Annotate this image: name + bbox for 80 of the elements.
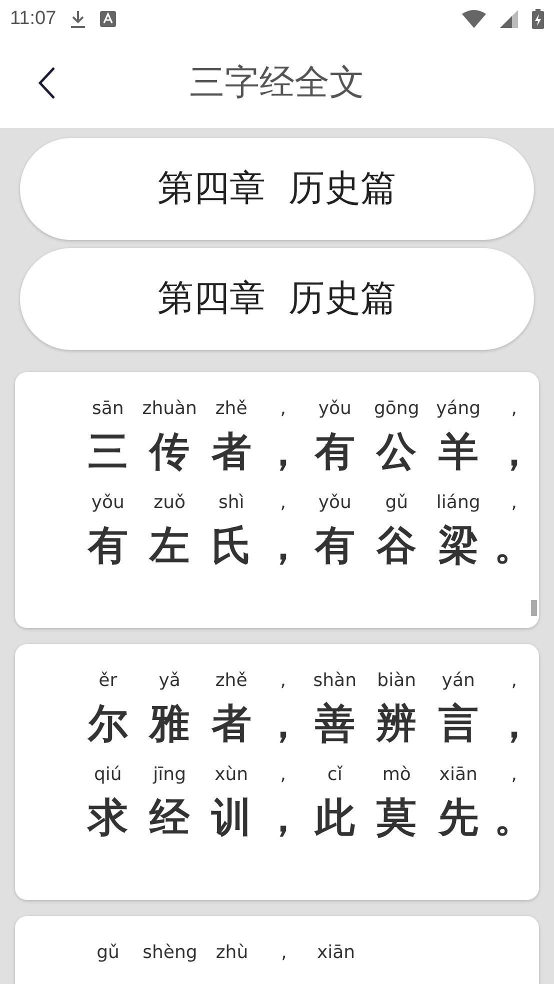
pinyin-text: ěr [98, 670, 118, 692]
hanzi-text: 有 [314, 522, 355, 570]
hanzi-text: ， [494, 428, 534, 476]
status-time: 11:07 [10, 6, 56, 31]
pinyin-text: , [511, 398, 517, 420]
hanzi-text: 善 [314, 700, 355, 748]
pinyin-text: , [511, 764, 517, 786]
hanzi-text: 经 [150, 794, 190, 842]
hanzi-text: 有 [314, 428, 355, 476]
keyboard-icon [100, 11, 116, 27]
pinyin-text: zhě [215, 398, 248, 420]
chapter-button[interactable]: 第四章 历史篇 [20, 138, 534, 240]
hanzi-text: 公 [376, 428, 417, 476]
hanzi-text: 谷 [376, 522, 417, 570]
hanzi-text: 训 [211, 794, 252, 842]
hanzi-text: ， [494, 700, 534, 748]
hanzi-text: 。 [494, 522, 534, 570]
hanzi-text: 尔 [88, 700, 128, 748]
pinyin-text: yǎ [158, 670, 180, 692]
hanzi-text: 莫 [376, 794, 417, 842]
pinyin-text: , [280, 764, 286, 786]
wifi-icon [462, 10, 486, 28]
pinyin-text: yǒu [318, 492, 352, 514]
hanzi-text: 者 [211, 428, 252, 476]
back-icon [38, 67, 56, 99]
pinyin-text: zhù [216, 942, 248, 964]
chapter-button[interactable]: 第四章 历史篇 [20, 248, 534, 350]
pinyin-text: , [511, 670, 517, 692]
pinyin-text: shèng [142, 942, 198, 964]
hanzi-text: 先 [438, 794, 478, 842]
pinyin-text: zuǒ [154, 492, 186, 514]
page-title: 三字经全文 [190, 62, 364, 105]
pinyin-text: gōng [374, 398, 420, 420]
pinyin-text: gǔ [385, 492, 408, 514]
hanzi-text: 辨 [376, 700, 417, 748]
hanzi-text: 传 [150, 428, 190, 476]
pinyin-text: cǐ [327, 764, 342, 786]
hanzi-text: ， [263, 522, 304, 570]
pinyin-text: sān [92, 398, 124, 420]
pinyin-text: , [511, 492, 517, 514]
hanzi-text: 氏 [211, 522, 252, 570]
pinyin-text: yáng [436, 398, 481, 420]
hanzi-text: 梁 [438, 522, 478, 570]
pinyin-text: mò [382, 764, 411, 786]
battery-icon [532, 9, 544, 29]
hanzi-text: 雅 [150, 700, 190, 748]
pinyin-text: biàn [377, 670, 416, 692]
pinyin-text: xiān [316, 942, 356, 964]
hanzi-text: 求 [88, 794, 128, 842]
hanzi-text: ， [263, 794, 304, 842]
hanzi-text: 者 [211, 700, 252, 748]
hanzi-text: 左 [150, 522, 190, 570]
pinyin-text: yǒu [318, 398, 352, 420]
pinyin-text: qiú [94, 764, 122, 786]
hanzi-text: 言 [438, 700, 478, 748]
signal-icon [500, 10, 518, 28]
hanzi-text: 。 [494, 794, 534, 842]
scrollbar-thumb [531, 600, 537, 616]
hanzi-text: ， [263, 700, 304, 748]
pinyin-text: , [281, 942, 287, 964]
hanzi-text: 有 [88, 522, 128, 570]
pinyin-text: liáng [436, 492, 480, 514]
pinyin-text: xùn [214, 764, 248, 786]
hanzi-text: ， [263, 428, 304, 476]
hanzi-text: 三 [88, 428, 128, 476]
pinyin-text: shàn [313, 670, 356, 692]
pinyin-text: jīng [153, 764, 186, 786]
hanzi-text: 羊 [438, 428, 478, 476]
pinyin-text: gǔ [96, 942, 120, 964]
pinyin-text: yǒu [91, 492, 124, 514]
pinyin-text: yán [442, 670, 475, 692]
pinyin-text: , [280, 670, 286, 692]
download-icon [70, 10, 86, 28]
pinyin-text: , [280, 492, 286, 514]
pinyin-text: zhě [215, 670, 248, 692]
pinyin-text: , [280, 398, 286, 420]
pinyin-text: shì [218, 492, 244, 514]
pinyin-text: zhuàn [142, 398, 197, 420]
hanzi-text: 此 [314, 794, 355, 842]
pinyin-text: xiān [439, 764, 478, 786]
